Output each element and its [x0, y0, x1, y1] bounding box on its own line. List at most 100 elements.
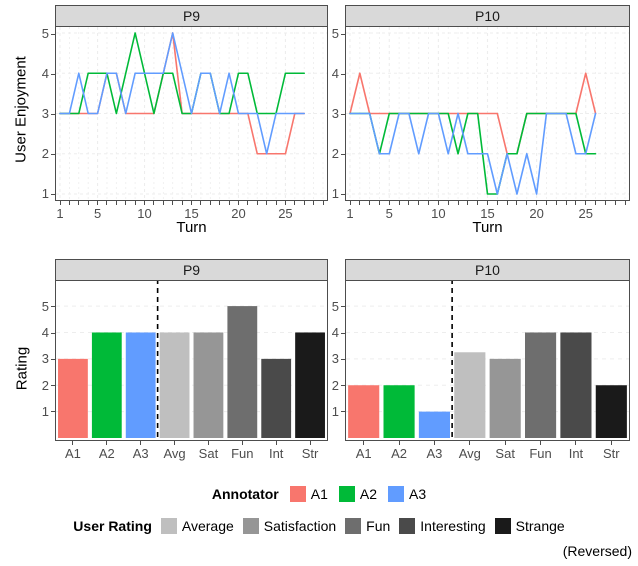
x-tick-mark [388, 201, 390, 205]
x-tick-mark [575, 201, 577, 205]
x-tick-mark [153, 201, 155, 205]
x-tick-mark [595, 201, 597, 205]
y-tick-label: 2 [331, 146, 339, 161]
x-tick-mark [575, 441, 577, 445]
x-tick-mark [87, 201, 89, 205]
bar-category-label: A3 [426, 446, 443, 461]
x-tick-mark [428, 201, 430, 205]
panel-p10-bar: P10 [345, 259, 630, 441]
y-tick-label: 4 [331, 325, 339, 341]
x-tick-mark [555, 201, 557, 205]
bar-category-label: A1 [355, 446, 372, 461]
x-tick-mark [604, 201, 606, 205]
y-tick-label: 1 [41, 186, 49, 201]
strip-label: P9 [182, 8, 201, 24]
panel-strip-p10-line: P10 [345, 5, 630, 27]
x-tick-mark [624, 201, 626, 205]
x-tick-mark [162, 201, 164, 205]
y-tick-label: 5 [41, 26, 49, 41]
x-tick-mark [144, 201, 146, 205]
y-tick-label: 3 [41, 351, 49, 367]
x-tick-mark [309, 441, 311, 445]
y-tick-label: 4 [331, 66, 339, 81]
x-tick-mark [378, 201, 380, 205]
x-tick-mark [106, 201, 108, 205]
x-tick-mark [191, 201, 192, 205]
x-tick-mark [487, 201, 488, 205]
x-tick-mark [228, 201, 230, 205]
y-tick-label: 2 [41, 146, 49, 161]
plot-area-p10-line [345, 27, 630, 201]
x-tick-mark [294, 201, 296, 205]
legend-item-label: Average [181, 518, 234, 534]
y-tick-label: 1 [41, 403, 49, 419]
legend-item-fun[interactable]: Fun [345, 518, 390, 534]
legend-swatch-icon [399, 518, 416, 534]
x-tick-mark [140, 441, 142, 445]
y-tick-label: 5 [41, 298, 49, 314]
x-tick-mark [313, 201, 315, 205]
x-tick-mark [106, 441, 108, 445]
x-tick-mark [467, 201, 469, 205]
legend-item-average[interactable]: Average [160, 518, 234, 534]
bar-category-label: Fun [529, 446, 552, 461]
panel-strip-p9-bar: P9 [55, 259, 328, 281]
legend-item-label: A1 [310, 486, 328, 502]
x-tick-mark [115, 201, 117, 205]
x-tick-mark [457, 201, 459, 205]
y-tick-label: 1 [331, 186, 339, 201]
legend-swatch-icon [345, 518, 362, 534]
y-tick-label: 3 [41, 106, 49, 121]
x-tick-mark [275, 441, 277, 445]
x-tick-mark [469, 441, 471, 445]
legend-item-a3[interactable]: A3 [388, 486, 426, 502]
x-tick-mark [125, 201, 127, 205]
x-tick-mark [209, 201, 211, 205]
legend-item-a1[interactable]: A1 [289, 486, 328, 502]
legend-strange-reversed-sublabel: (Reversed) [562, 543, 632, 559]
legend-item-strange[interactable]: Strange [494, 518, 565, 534]
bar-category-label: Str [603, 446, 620, 461]
y-tick-label: 3 [331, 351, 339, 367]
x-tick-mark [565, 201, 567, 205]
y-tick-label: 4 [41, 325, 49, 341]
line-p9-x-axis-title: Turn [176, 219, 207, 236]
x-tick-mark [496, 201, 498, 205]
x-tick-mark [433, 441, 435, 445]
x-tick-mark [398, 201, 400, 205]
x-tick-mark [207, 441, 209, 445]
legend-item-label: Strange [515, 518, 565, 534]
line-y-axis-title: User Enjoyment [12, 56, 30, 163]
x-tick-mark [172, 201, 174, 205]
legend-item-label: A2 [359, 486, 377, 502]
y-tick-label: 5 [331, 298, 339, 314]
x-tick-mark [359, 201, 361, 205]
x-tick-mark [437, 201, 439, 205]
y-tick-label: 4 [41, 66, 49, 81]
strip-label: P10 [475, 262, 500, 278]
legend-swatch-icon [338, 486, 355, 502]
x-tick-mark [526, 201, 528, 205]
legend-user-rating: User Rating Average Satisfaction Fun Interes… [0, 518, 638, 534]
x-tick-mark [134, 201, 136, 205]
x-tick-mark [219, 201, 221, 205]
x-tick-mark [418, 201, 420, 205]
x-tick-mark [516, 201, 518, 205]
x-tick-mark [247, 201, 249, 205]
x-tick-mark [266, 201, 268, 205]
panel-p9-bar: P9 [55, 259, 328, 441]
line-p10-x-axis-title: Turn [472, 219, 503, 236]
legend-swatch-icon [388, 486, 404, 502]
x-tick-mark [398, 441, 400, 445]
legend-swatch-icon [289, 486, 306, 502]
legend-item-interesting[interactable]: Interesting [399, 518, 486, 534]
x-tick-mark [477, 201, 479, 205]
panel-strip-p10-bar: P10 [345, 259, 630, 281]
x-tick-mark [200, 201, 202, 205]
legend-annotator-title: Annotator [211, 486, 279, 502]
legend-item-a2[interactable]: A2 [338, 486, 377, 502]
x-tick-mark [59, 201, 61, 205]
x-tick-mark [349, 201, 351, 205]
legend-item-satisfaction[interactable]: Satisfaction [242, 518, 336, 534]
legend-annotator: Annotator A1 A2 A3 [0, 486, 638, 502]
